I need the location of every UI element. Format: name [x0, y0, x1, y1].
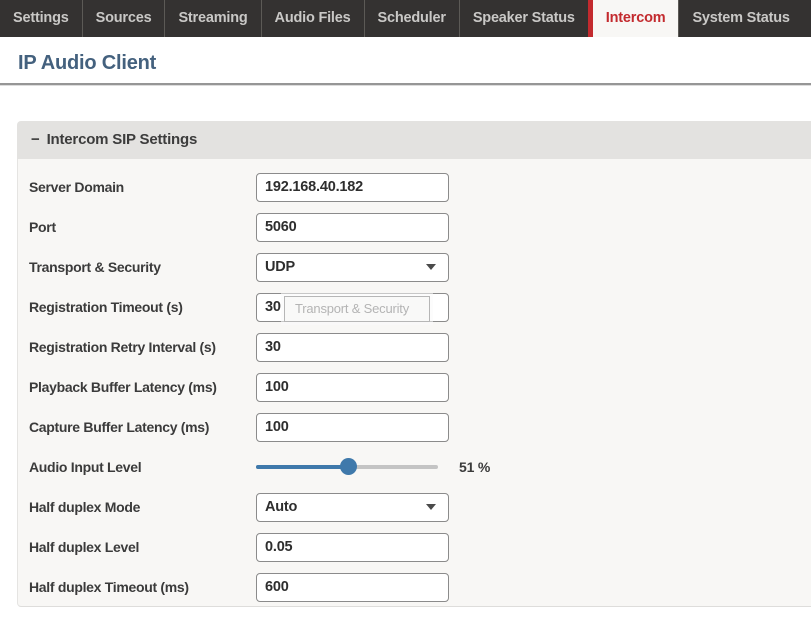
audio-input-level-slider[interactable] [256, 458, 438, 476]
slider-value-label: 51 % [459, 459, 491, 475]
form-row-half-duplex-timeout-ms: Half duplex Timeout (ms) [29, 572, 811, 602]
tab-settings[interactable]: Settings [0, 0, 82, 37]
form-row-half-duplex-mode: Half duplex Mode Auto [29, 492, 811, 522]
collapse-icon[interactable]: − [31, 131, 40, 148]
select-value: UDP [265, 258, 296, 275]
form-row-transport-security: Transport & Security UDP [29, 252, 811, 282]
tab-audio-files[interactable]: Audio Files [260, 0, 364, 37]
form-row-capture-buffer-latency-ms: Capture Buffer Latency (ms) [29, 412, 811, 442]
tab-intercom[interactable]: Intercom [587, 0, 679, 37]
form-row-registration-retry-interval-s: Registration Retry Interval (s) [29, 332, 811, 362]
intercom-sip-settings-panel: −Intercom SIP Settings Server Domain Port… [17, 121, 811, 607]
field-label: Half duplex Mode [29, 499, 141, 515]
field-label: Port [29, 219, 56, 235]
field-label: Server Domain [29, 179, 124, 195]
field-label: Registration Timeout (s) [29, 299, 183, 315]
form-row-playback-buffer-latency-ms: Playback Buffer Latency (ms) [29, 372, 811, 402]
form-row-half-duplex-level: Half duplex Level [29, 532, 811, 562]
field-label: Audio Input Level [29, 459, 142, 475]
field-label: Registration Retry Interval (s) [29, 339, 216, 355]
field-label: Half duplex Level [29, 539, 140, 555]
tooltip: Transport & Security [284, 296, 430, 322]
form-row-registration-timeout-s: Registration Timeout (s) Transport & Secu… [29, 292, 811, 322]
divider [0, 83, 811, 85]
tab-speaker-status[interactable]: Speaker Status [458, 0, 588, 37]
tab-system-status[interactable]: System Status [678, 0, 802, 37]
panel-header[interactable]: − Intercom SIP Settings [17, 121, 811, 159]
panel-title: Intercom SIP Settings [46, 131, 198, 148]
field-label: Half duplex Timeout (ms) [29, 579, 189, 595]
select-value: Auto [265, 498, 298, 515]
field-label: Capture Buffer Latency (ms) [29, 419, 210, 435]
slider-handle[interactable] [340, 458, 358, 475]
registration-retry-interval-s-input[interactable] [256, 332, 449, 362]
form-row-port: Port [29, 212, 811, 242]
page-title: IP Audio Client [18, 52, 157, 74]
server-domain-input[interactable] [256, 172, 449, 202]
half-duplex-timeout-ms-input[interactable] [256, 572, 449, 602]
form-row-server-domain: Server Domain [29, 172, 811, 202]
form-row-audio-input-level: Audio Input Level 51 % [29, 452, 811, 482]
panel-body: Server Domain Port Transport & Security UDP… [17, 159, 811, 607]
tab-scheduler[interactable]: Scheduler [363, 0, 459, 37]
capture-buffer-latency-ms-input[interactable] [256, 412, 449, 442]
port-input[interactable] [256, 212, 449, 242]
half-duplex-level-input[interactable] [256, 532, 449, 562]
tab-bar: Settings Sources Streaming Audio Files Sched… [0, 0, 811, 37]
playback-buffer-latency-ms-input[interactable] [256, 372, 449, 402]
chevron-down-icon [426, 504, 436, 510]
half-duplex-mode-select[interactable]: Auto [256, 492, 449, 522]
field-label: Transport & Security [29, 259, 161, 275]
tab-sources[interactable]: Sources [81, 0, 165, 37]
slider-fill [256, 465, 349, 469]
chevron-down-icon [426, 264, 436, 270]
tab-streaming[interactable]: Streaming [164, 0, 260, 37]
transport-security-select[interactable]: UDP [256, 252, 449, 282]
field-label: Playback Buffer Latency (ms) [29, 379, 217, 395]
